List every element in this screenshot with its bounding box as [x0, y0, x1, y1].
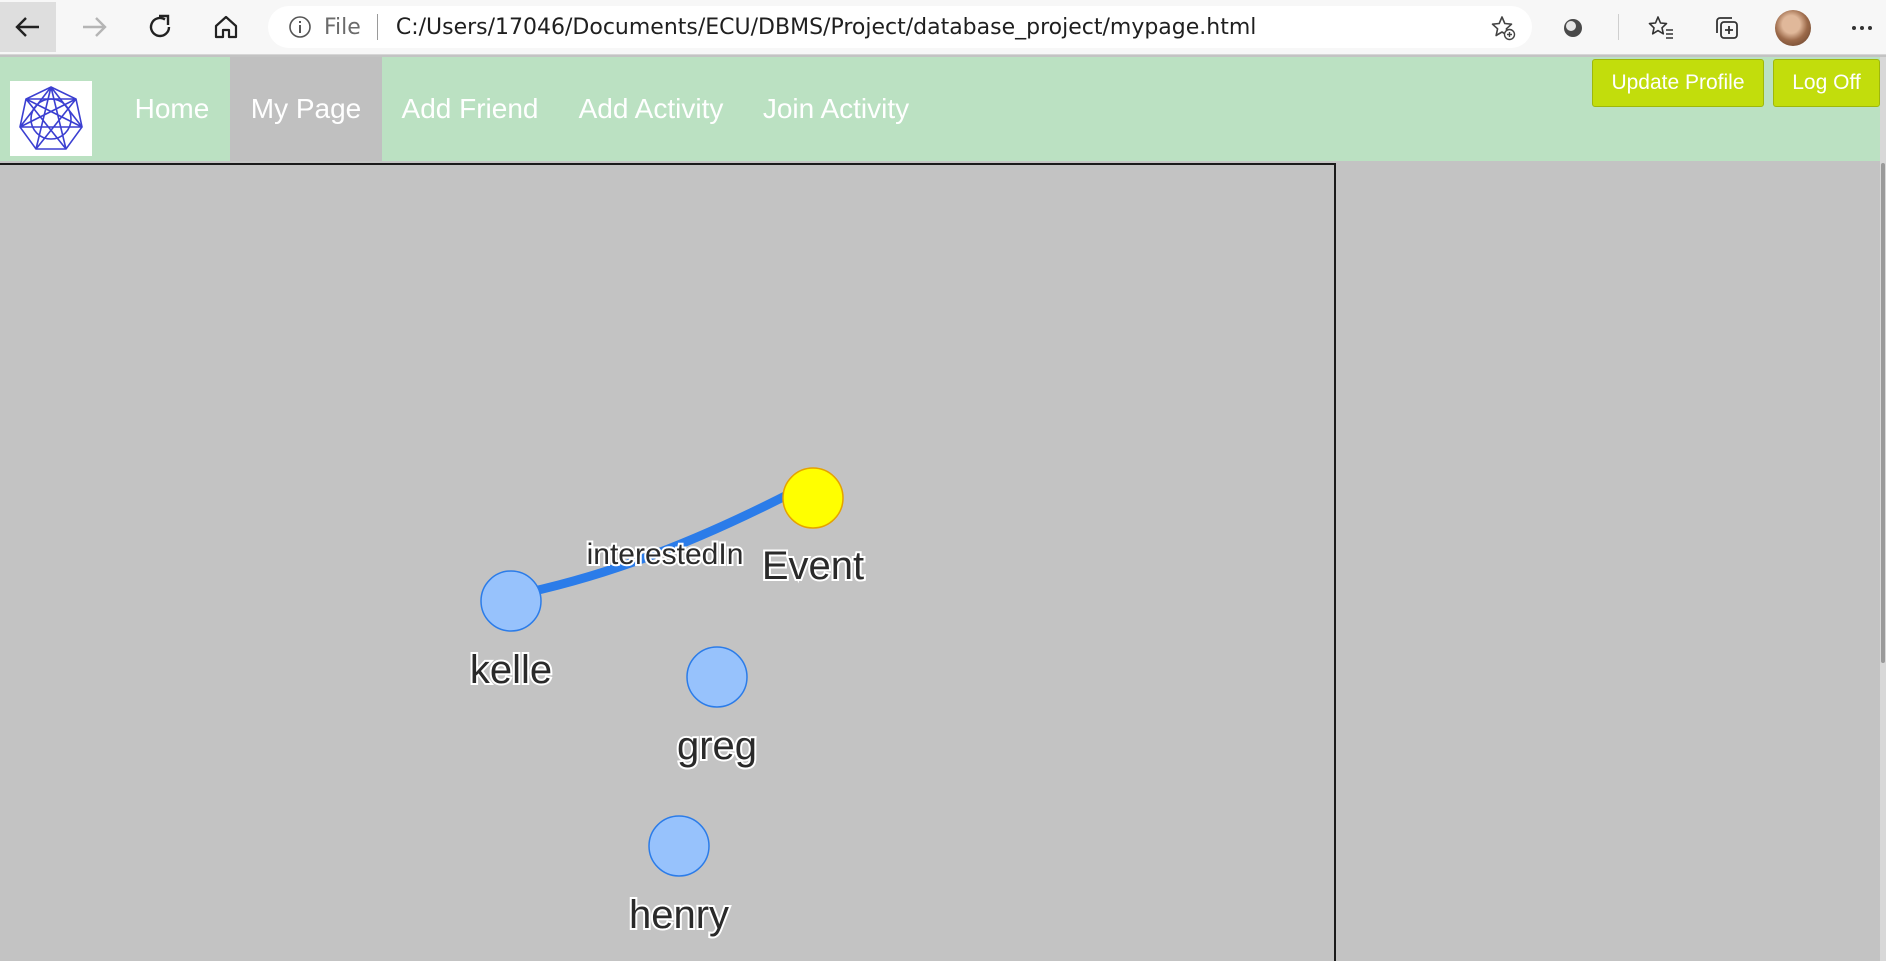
- site-nav: Home My Page Add Friend Add Activity Joi…: [0, 57, 1880, 161]
- nav-add-activity[interactable]: Add Activity: [558, 57, 744, 161]
- log-off-button[interactable]: Log Off: [1773, 59, 1880, 107]
- forward-button[interactable]: [66, 2, 122, 52]
- info-icon[interactable]: [288, 15, 312, 39]
- side-panel: [1336, 161, 1880, 961]
- browser-toolbar: File C:/Users/17046/Documents/ECU/DBMS/P…: [0, 0, 1886, 55]
- reload-button[interactable]: [132, 2, 188, 52]
- node-label-kelle: kelle: [470, 648, 552, 692]
- profile-button[interactable]: [1771, 6, 1815, 50]
- nav-join-activity[interactable]: Join Activity: [744, 57, 928, 161]
- home-button[interactable]: [198, 2, 254, 52]
- nav-add-friend[interactable]: Add Friend: [382, 57, 558, 161]
- nav-home[interactable]: Home: [114, 57, 230, 161]
- extension-icon: [1564, 19, 1582, 37]
- nav-my-page[interactable]: My Page: [230, 57, 382, 161]
- network-logo-icon: [19, 86, 83, 150]
- node-label-event: Event: [762, 544, 864, 588]
- favorites-button[interactable]: [1639, 6, 1683, 50]
- node-label-henry: henry: [629, 893, 729, 937]
- favorites-icon: [1648, 16, 1673, 39]
- graph-canvas[interactable]: interestedIn Event kelle greg henry: [0, 163, 1336, 961]
- site-logo[interactable]: [10, 81, 92, 156]
- toolbar-divider: [1618, 14, 1619, 40]
- address-divider: [376, 14, 378, 40]
- back-arrow-icon: [15, 17, 39, 37]
- extension-button[interactable]: [1551, 6, 1595, 50]
- edge-label-interestedin: interestedIn: [587, 538, 744, 571]
- node-label-greg: greg: [677, 724, 757, 768]
- reload-icon: [149, 14, 171, 38]
- network-graph[interactable]: interestedIn Event kelle greg henry: [0, 165, 1334, 961]
- address-bar[interactable]: File C:/Users/17046/Documents/ECU/DBMS/P…: [268, 6, 1532, 48]
- update-profile-button[interactable]: Update Profile: [1592, 59, 1764, 107]
- add-favorite-icon[interactable]: [1490, 15, 1516, 46]
- node-kelle[interactable]: [480, 570, 542, 632]
- home-icon: [214, 15, 238, 39]
- collections-icon: [1716, 17, 1738, 39]
- avatar: [1775, 10, 1811, 46]
- more-menu-button[interactable]: [1840, 6, 1884, 50]
- more-icon: [1852, 26, 1872, 30]
- forward-arrow-icon: [83, 17, 107, 37]
- address-url[interactable]: C:/Users/17046/Documents/ECU/DBMS/Projec…: [396, 15, 1257, 40]
- node-greg[interactable]: [686, 646, 748, 708]
- collections-button[interactable]: [1705, 6, 1749, 50]
- scrollbar-thumb[interactable]: [1881, 163, 1885, 663]
- node-event[interactable]: [782, 467, 844, 529]
- node-henry[interactable]: [648, 815, 710, 877]
- address-scheme: File: [324, 14, 361, 40]
- back-button[interactable]: [0, 2, 56, 52]
